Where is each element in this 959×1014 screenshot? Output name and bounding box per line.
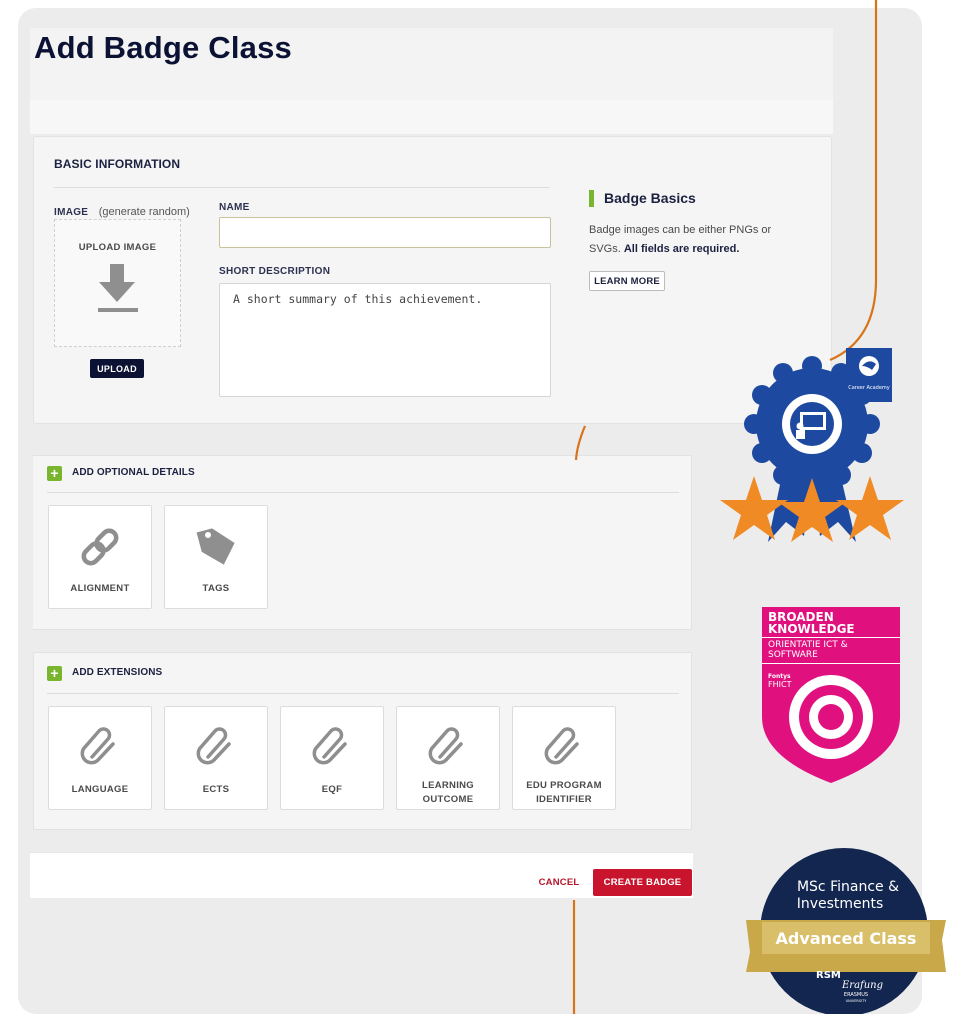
cancel-button[interactable]: CANCEL: [533, 872, 585, 892]
fontys-subtitle-line2: SOFTWARE: [768, 650, 818, 660]
language-label: LANGUAGE: [71, 784, 129, 795]
learning-outcome-tile[interactable]: LEARNING OUTCOME: [396, 706, 500, 810]
eqf-label: EQF: [321, 784, 343, 795]
help-accent-bar: [589, 190, 594, 207]
add-extensions-title[interactable]: ADD EXTENSIONS: [72, 667, 162, 678]
learning-outcome-label-line1: LEARNING: [421, 780, 474, 791]
rsm-org-short: RSM: [816, 970, 841, 981]
upload-image-label: UPLOAD IMAGE: [78, 242, 157, 253]
learning-outcome-label: LEARNING OUTCOME: [397, 779, 499, 807]
image-dropzone[interactable]: UPLOAD IMAGE: [54, 219, 181, 347]
add-extensions-plus-icon[interactable]: +: [47, 666, 62, 681]
page-title: Add Badge Class: [34, 30, 292, 65]
paperclip-icon: [312, 727, 347, 765]
rsm-advanced-class-badge: MSc Finance & Investments Advanced Class…: [746, 848, 946, 1014]
fontys-subtitle-line1: ORIENTATIE ICT &: [768, 640, 848, 650]
alignment-label: ALIGNMENT: [70, 583, 130, 594]
rsm-ribbon-text: Advanced Class: [776, 929, 917, 948]
extensions-divider: [47, 693, 679, 694]
tile-icon-wrap: [165, 524, 267, 570]
fontys-broaden-knowledge-badge: BROADEN KNOWLEDGE ORIENTATIE ICT & SOFTW…: [762, 607, 900, 783]
career-academy-badge: Career Academy: [720, 348, 904, 542]
tags-tile[interactable]: TAGS: [164, 505, 268, 609]
name-input[interactable]: [219, 217, 551, 248]
upload-button[interactable]: UPLOAD: [90, 359, 144, 378]
image-label: IMAGE: [54, 207, 89, 218]
tile-icon-wrap: [513, 725, 615, 769]
section-divider: [54, 187, 550, 188]
badge-stars: [720, 476, 904, 542]
paperclip-icon: [196, 727, 231, 765]
link-icon: [81, 528, 119, 566]
learning-outcome-label-line2: OUTCOME: [422, 794, 474, 805]
tile-icon-wrap: [49, 725, 151, 769]
tile-icon-wrap: [397, 725, 499, 769]
optional-divider: [47, 492, 679, 493]
alignment-tile[interactable]: ALIGNMENT: [48, 505, 152, 609]
ects-label: ECTS: [202, 784, 230, 795]
tile-icon-wrap: [281, 725, 383, 769]
badge-basics-text-bold: All fields are required.: [623, 243, 740, 255]
rsm-org-name: ERASMUS: [844, 992, 868, 998]
tag-icon: [196, 528, 235, 565]
name-label: NAME: [219, 202, 250, 213]
header-spacer: [30, 100, 833, 134]
add-optional-plus-icon[interactable]: +: [47, 466, 62, 481]
paperclip-icon: [544, 727, 579, 765]
edu-program-identifier-tile[interactable]: EDU PROGRAM IDENTIFIER: [512, 706, 616, 810]
ects-tile[interactable]: ECTS: [164, 706, 268, 810]
rsm-org-script: Erafung: [841, 980, 883, 991]
short-description-textarea[interactable]: [219, 283, 551, 397]
tags-label: TAGS: [202, 583, 230, 594]
tile-icon-wrap: [165, 725, 267, 769]
language-tile[interactable]: LANGUAGE: [48, 706, 152, 810]
edu-program-identifier-label: EDU PROGRAM IDENTIFIER: [513, 779, 615, 807]
rsm-title-line1: MSc Finance &: [797, 879, 899, 895]
rsm-title-line2: Investments: [797, 896, 884, 912]
generate-random-link[interactable]: (generate random): [99, 206, 190, 218]
download-arrow-icon: [98, 264, 138, 312]
edu-program-label-line1: EDU PROGRAM: [526, 780, 602, 791]
badge-basics-text: Badge images can be either PNGs or SVGs.…: [589, 221, 779, 259]
short-description-label: SHORT DESCRIPTION: [219, 266, 331, 277]
edu-program-label-line2: IDENTIFIER: [536, 794, 592, 805]
paperclip-icon: [80, 727, 115, 765]
create-badge-button[interactable]: CREATE BADGE: [593, 869, 692, 896]
career-academy-caption: Career Academy: [848, 385, 890, 391]
screenshot-canvas: Add Badge Class BASIC INFORMATION IMAGE …: [0, 0, 959, 1014]
fontys-title-line2: KNOWLEDGE: [768, 622, 855, 636]
tile-icon-wrap: [49, 524, 151, 570]
add-optional-details-title[interactable]: ADD OPTIONAL DETAILS: [72, 467, 195, 478]
image-label-row: IMAGE (generate random): [54, 202, 190, 220]
rsm-org-sub: UNIVERSITY: [846, 999, 868, 1003]
eqf-tile[interactable]: EQF: [280, 706, 384, 810]
basic-information-title: BASIC INFORMATION: [54, 157, 181, 171]
badge-basics-title: Badge Basics: [604, 190, 696, 206]
paperclip-icon: [428, 727, 463, 765]
learn-more-button[interactable]: LEARN MORE: [589, 271, 665, 291]
fontys-org-line1: Fontys: [768, 673, 791, 680]
fontys-org-line2: FHICT: [768, 680, 792, 689]
